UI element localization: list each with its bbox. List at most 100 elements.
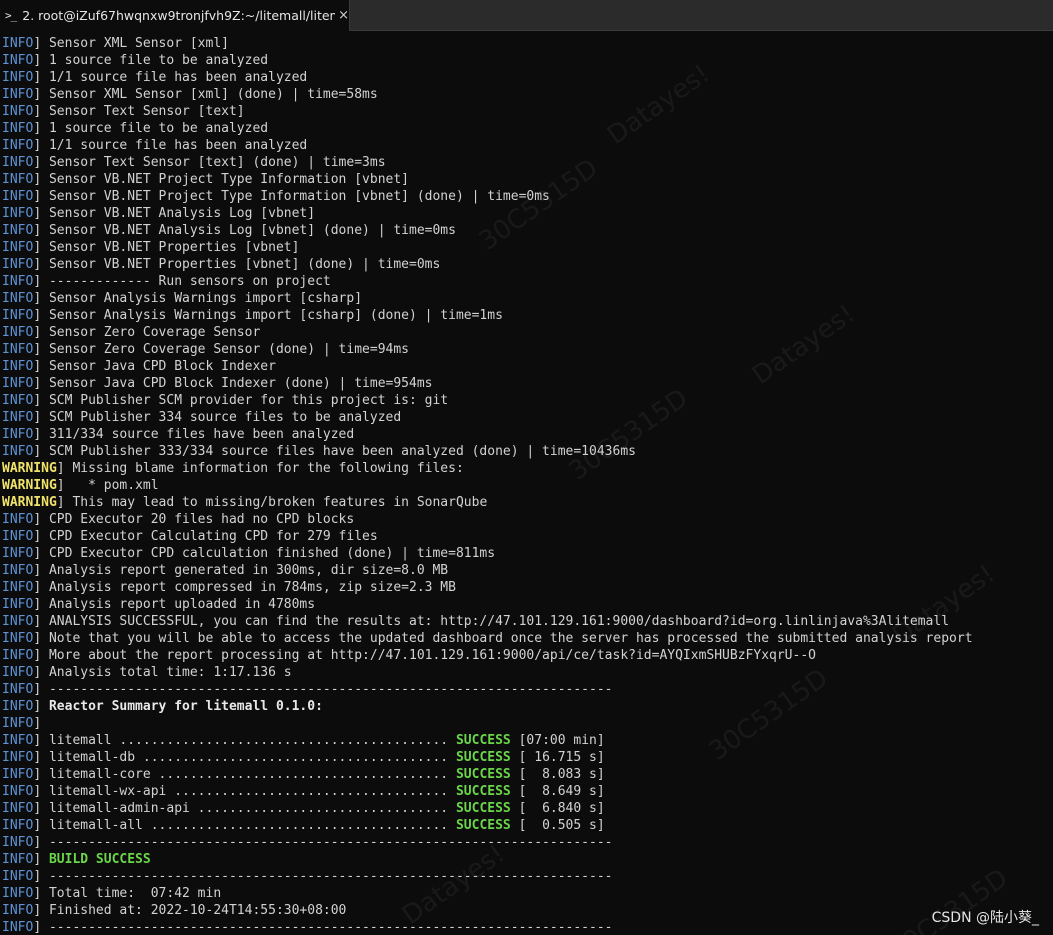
log-line: INFO] Sensor XML Sensor [xml] (done) | t… [2, 86, 1053, 103]
log-message: Missing blame information for the follow… [72, 461, 464, 476]
log-message: litemall-admin-api .....................… [48, 801, 456, 816]
close-icon[interactable]: × [338, 8, 349, 23]
log-message: Note that you will be able to access the… [48, 631, 973, 646]
log-message: 1/1 source file has been analyzed [48, 138, 308, 153]
log-bracket: ] [33, 733, 49, 748]
log-message: Sensor Java CPD Block Indexer [48, 359, 276, 374]
log-bracket: ] [33, 121, 49, 136]
terminal-icon: >_ [5, 9, 17, 22]
log-message: SCM Publisher SCM provider for this proj… [48, 393, 449, 408]
log-bracket: ] [33, 886, 49, 901]
log-bracket: ] [33, 835, 49, 850]
log-bracket: ] [33, 801, 49, 816]
terminal-output[interactable]: INFO] Sensor XML Sensor [xml] INFO] 1 sou… [2, 35, 1053, 935]
log-line: INFO] Sensor Analysis Warnings import [c… [2, 307, 1053, 324]
log-level: INFO [2, 597, 34, 612]
log-line: INFO] SCM Publisher SCM provider for thi… [2, 392, 1053, 409]
log-level: INFO [2, 835, 34, 850]
log-message: ----------------------------------------… [48, 869, 613, 884]
log-message: CPD Executor 20 files had no CPD blocks [48, 512, 355, 527]
build-status: SUCCESS [455, 767, 511, 782]
log-line: INFO] Sensor Java CPD Block Indexer [2, 358, 1053, 375]
log-message: 311/334 source files have been analyzed [48, 427, 355, 442]
build-duration: [ 0.505 s] [510, 818, 605, 833]
log-line: INFO] [2, 715, 1053, 732]
log-line: INFO] CPD Executor CPD calculation finis… [2, 545, 1053, 562]
build-duration: [ 16.715 s] [510, 750, 605, 765]
log-level: INFO [2, 240, 34, 255]
log-message: SCM Publisher 334 source files to be ana… [48, 410, 402, 425]
log-bracket: ] [33, 546, 49, 561]
log-line: INFO] litemall-core ....................… [2, 766, 1053, 783]
tab-title: 2. root@iZuf67hwqnxw9tronjfvh9Z:~/litema… [22, 8, 336, 23]
log-level: INFO [2, 70, 34, 85]
log-bracket: ] [33, 444, 49, 459]
log-bracket: ] [33, 291, 49, 306]
log-bracket: ] [33, 155, 49, 170]
log-bracket: ] [33, 716, 49, 731]
log-bracket: ] [33, 903, 49, 918]
log-level: INFO [2, 563, 34, 578]
log-message: ----------------------------------------… [48, 682, 613, 697]
log-level: INFO [2, 342, 34, 357]
log-level: INFO [2, 546, 34, 561]
log-level: INFO [2, 750, 34, 765]
log-message: Reactor Summary for litemall 0.1.0: [48, 699, 323, 714]
log-line: INFO] ----------------------------------… [2, 868, 1053, 885]
log-bracket: ] [33, 70, 49, 85]
log-bracket: ] [33, 359, 49, 374]
log-bracket: ] [33, 223, 49, 238]
log-level: INFO [2, 87, 34, 102]
log-message: litemall-all ...........................… [48, 818, 456, 833]
log-bracket: ] [33, 818, 49, 833]
log-line: INFO] Sensor Analysis Warnings import [c… [2, 290, 1053, 307]
log-level: INFO [2, 648, 34, 663]
log-bracket: ] [33, 325, 49, 340]
log-level: INFO [2, 869, 34, 884]
log-level: INFO [2, 53, 34, 68]
log-level: INFO [2, 580, 34, 595]
log-level: INFO [2, 699, 34, 714]
log-level: INFO [2, 665, 34, 680]
log-bracket: ] [33, 104, 49, 119]
terminal-tab[interactable]: >_ 2. root@iZuf67hwqnxw9tronjfvh9Z:~/lit… [0, 0, 350, 31]
log-line: INFO] 1/1 source file has been analyzed [2, 137, 1053, 154]
log-line: INFO] Analysis report compressed in 784m… [2, 579, 1053, 596]
log-line: INFO] Sensor Zero Coverage Sensor [2, 324, 1053, 341]
build-duration: [ 8.083 s] [510, 767, 605, 782]
build-duration: [07:00 min] [510, 733, 605, 748]
log-bracket: ] [33, 206, 49, 221]
log-message: Analysis report generated in 300ms, dir … [48, 563, 449, 578]
terminal-window: >_ 2. root@iZuf67hwqnxw9tronjfvh9Z:~/lit… [0, 0, 1053, 935]
log-message: Sensor VB.NET Project Type Information [… [48, 189, 550, 204]
log-level: INFO [2, 767, 34, 782]
log-bracket: ] [33, 410, 49, 425]
log-bracket: ] [33, 189, 49, 204]
log-bracket: ] [33, 376, 49, 391]
log-line: INFO] Analysis report uploaded in 4780ms [2, 596, 1053, 613]
log-line: INFO] ------------- Run sensors on proje… [2, 273, 1053, 290]
log-level: INFO [2, 784, 34, 799]
log-line: INFO] Sensor XML Sensor [xml] [2, 35, 1053, 52]
log-message: Sensor VB.NET Project Type Information [… [48, 172, 409, 187]
log-line: INFO] 311/334 source files have been ana… [2, 426, 1053, 443]
log-bracket: ] [56, 478, 73, 493]
log-level: INFO [2, 614, 34, 629]
credit-label: CSDN @陆小葵_ [931, 910, 1039, 926]
log-message: Sensor VB.NET Properties [vbnet] (done) … [48, 257, 441, 272]
log-line: INFO] Sensor VB.NET Properties [vbnet] (… [2, 256, 1053, 273]
log-message: 1 source file to be analyzed [48, 53, 269, 68]
build-status: SUCCESS [455, 818, 511, 833]
log-bracket: ] [33, 138, 49, 153]
log-message: Sensor Text Sensor [text] [48, 104, 245, 119]
log-message: litemall ...............................… [48, 733, 456, 748]
log-level: INFO [2, 920, 34, 935]
log-bracket: ] [33, 784, 49, 799]
log-level: INFO [2, 325, 34, 340]
build-status: SUCCESS [455, 733, 511, 748]
log-bracket: ] [33, 648, 49, 663]
log-bracket: ] [33, 597, 49, 612]
log-message: CPD Executor CPD calculation finished (d… [48, 546, 496, 561]
log-bracket: ] [33, 172, 49, 187]
log-message: Analysis total time: 1:17.136 s [48, 665, 292, 680]
